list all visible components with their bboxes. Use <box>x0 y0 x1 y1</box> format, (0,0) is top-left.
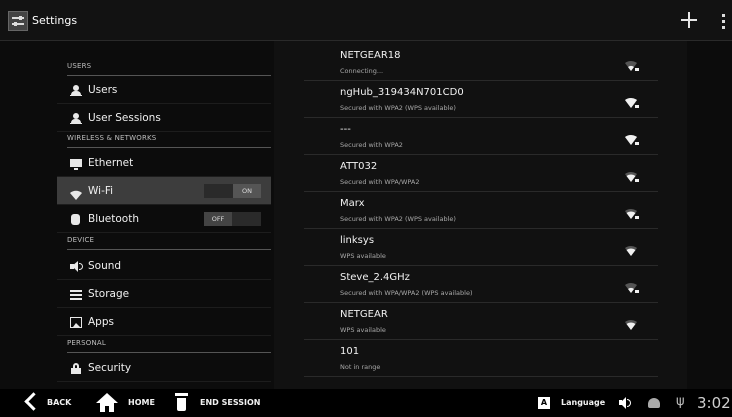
overflow-menu-icon[interactable] <box>718 11 728 31</box>
sidebar-item-users[interactable]: Users <box>57 76 271 104</box>
network-status: Not in range <box>340 363 381 371</box>
storage-icon <box>70 289 82 300</box>
section-header-personal: PERSONAL <box>67 331 271 353</box>
sidebar-item-label: Sound <box>88 260 122 272</box>
toggle-label: ON <box>233 184 261 198</box>
network-name: Steve_2.4GHz <box>340 272 410 283</box>
sidebar-item-label: Wi-Fi <box>88 185 114 197</box>
wifi-signal-icon <box>625 242 639 256</box>
section-header-device: DEVICE <box>67 228 271 250</box>
wifi-signal-lock-icon <box>625 57 639 71</box>
person-session-icon <box>70 113 82 124</box>
section-header-users: USERS <box>67 54 271 76</box>
wifi-signal-lock-icon <box>625 94 639 108</box>
network-name: NETGEAR18 <box>340 50 401 61</box>
wifi-signal-lock-icon <box>625 205 639 219</box>
network-status: Connecting... <box>340 67 384 75</box>
person-icon <box>70 85 82 96</box>
sidebar-item-label: Storage <box>88 288 130 300</box>
wifi-network-row[interactable]: 101 Not in range <box>304 340 658 377</box>
sidebar-item-label: User Sessions <box>88 112 161 124</box>
sidebar-item-label: Bluetooth <box>88 213 139 225</box>
home-icon[interactable] <box>96 393 118 413</box>
sidebar-item-sound[interactable]: Sound <box>57 252 271 280</box>
sidebar-item-label: Ethernet <box>88 157 134 169</box>
settings-app-icon[interactable] <box>8 11 28 31</box>
sidebar-item-ethernet[interactable]: Ethernet <box>57 149 271 177</box>
clock: 3:02 <box>697 394 731 412</box>
lock-icon <box>70 363 82 374</box>
wifi-network-row[interactable]: --- Secured with WPA2 <box>304 118 658 155</box>
bottom-bar: BACK HOME END SESSION A Language ψ 3:02 <box>0 389 732 417</box>
language-icon[interactable]: A <box>538 397 550 409</box>
network-name: ngHub_319434N701CD0 <box>340 87 464 98</box>
language-button[interactable]: Language <box>561 398 605 407</box>
toggle-label: OFF <box>204 212 232 226</box>
network-name: NETGEAR <box>340 309 388 320</box>
network-status: WPS available <box>340 326 386 334</box>
network-name: linksys <box>340 235 375 246</box>
wifi-signal-icon <box>625 316 639 330</box>
network-name: 101 <box>340 346 360 357</box>
wifi-network-row[interactable]: ATT032 Secured with WPA/WPA2 <box>304 155 658 192</box>
plus-icon[interactable] <box>678 9 700 31</box>
android-debug-icon <box>648 398 660 408</box>
back-button[interactable]: BACK <box>47 398 71 407</box>
section-header-wireless: WIRELESS & NETWORKS <box>67 126 271 148</box>
network-status: Secured with WPA2 (WPS available) <box>340 104 456 112</box>
wifi-network-row[interactable]: Marx Secured with WPA2 (WPS available) <box>304 192 658 229</box>
sidebar-item-label: Apps <box>88 316 114 328</box>
volume-icon[interactable] <box>619 397 633 409</box>
action-bar: Settings <box>0 0 732 41</box>
apps-icon <box>70 317 82 328</box>
wifi-network-row[interactable]: Steve_2.4GHz Secured with WPA/WPA2 (WPS a… <box>304 266 658 303</box>
app-title: Settings <box>32 14 78 27</box>
sidebar-item-wifi[interactable]: Wi-Fi ON <box>57 177 271 205</box>
network-status: Secured with WPA/WPA2 <box>340 178 420 186</box>
trash-icon[interactable] <box>175 393 188 412</box>
wifi-signal-lock-icon <box>625 131 639 145</box>
network-name: ATT032 <box>340 161 378 172</box>
wifi-toggle[interactable]: ON <box>204 184 261 198</box>
end-session-button[interactable]: END SESSION <box>200 398 260 407</box>
back-arrow-icon[interactable] <box>24 392 43 411</box>
network-status: Secured with WPA2 (WPS available) <box>340 215 456 223</box>
bluetooth-icon <box>71 214 80 225</box>
sidebar-item-label: Users <box>88 84 118 96</box>
speaker-icon <box>70 261 83 272</box>
wifi-signal-lock-icon <box>625 279 639 293</box>
wifi-network-list[interactable]: NETGEAR18 Connecting... ngHub_319434N701CD… <box>274 41 687 389</box>
wifi-signal-lock-icon <box>625 168 639 182</box>
content-area: USERS Users User Sessions WIRELESS & NET… <box>0 41 732 389</box>
network-status: Secured with WPA2 <box>340 141 403 149</box>
ethernet-icon <box>70 159 82 170</box>
wifi-network-row[interactable]: NETGEAR WPS available <box>304 303 658 340</box>
wifi-network-row[interactable]: NETGEAR18 Connecting... <box>304 44 658 81</box>
sidebar-item-security[interactable]: Security <box>57 354 271 382</box>
sidebar-item-label: Security <box>88 362 132 374</box>
network-name: Marx <box>340 198 365 209</box>
network-status: Secured with WPA/WPA2 (WPS available) <box>340 289 473 297</box>
wifi-icon <box>70 186 82 200</box>
wifi-network-row[interactable]: linksys WPS available <box>304 229 658 266</box>
wifi-network-row[interactable]: ngHub_319434N701CD0 Secured with WPA2 (WP… <box>304 81 658 118</box>
bluetooth-toggle[interactable]: OFF <box>204 212 261 226</box>
home-button[interactable]: HOME <box>128 398 155 407</box>
network-status: WPS available <box>340 252 386 260</box>
network-name: --- <box>340 124 351 135</box>
settings-sidebar[interactable]: USERS Users User Sessions WIRELESS & NET… <box>57 41 271 389</box>
usb-icon: ψ <box>676 394 685 409</box>
sidebar-item-storage[interactable]: Storage <box>57 280 271 308</box>
